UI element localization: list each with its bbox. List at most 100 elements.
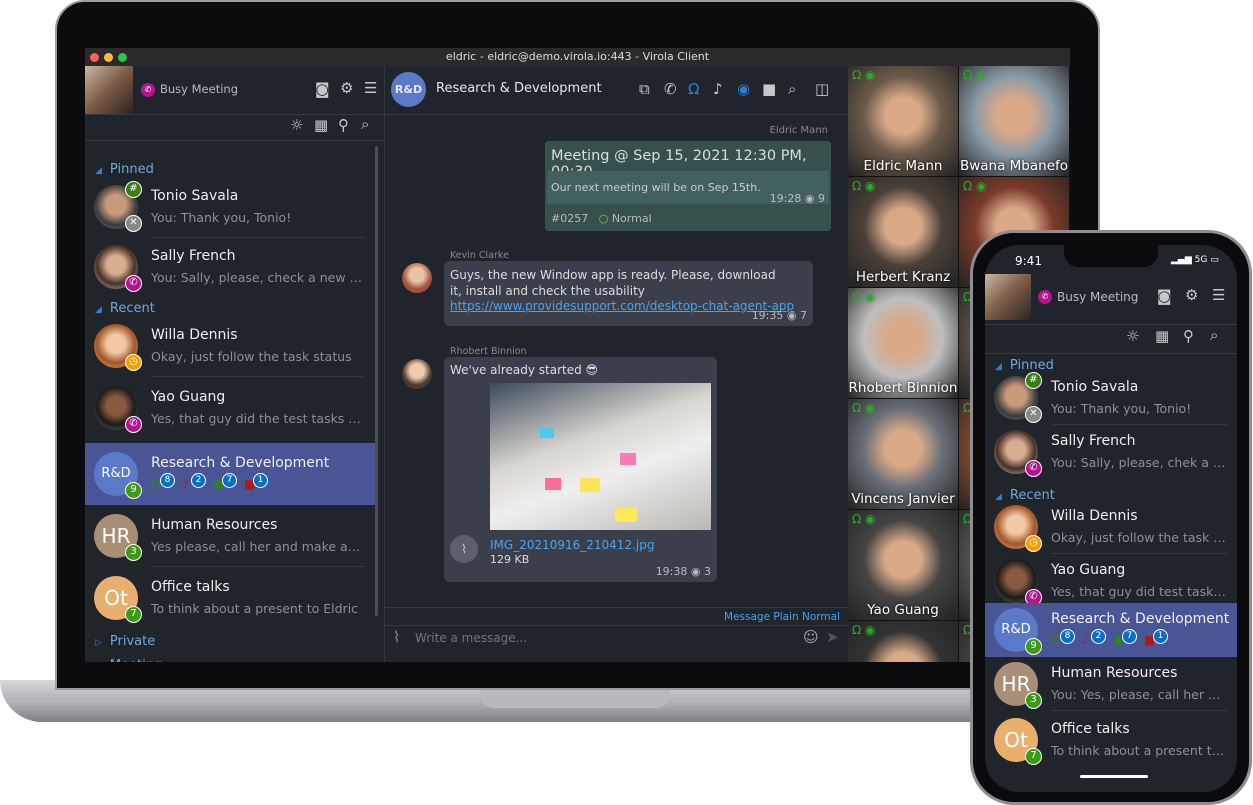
headphones-icon: Ω ◉ xyxy=(963,68,987,82)
menu-icon[interactable]: ☰ xyxy=(1212,286,1225,304)
message-input[interactable] xyxy=(415,628,795,648)
unread-count-badge: 7 xyxy=(1025,748,1042,765)
gear-icon[interactable]: ⚙ xyxy=(1185,286,1198,304)
search-icon[interactable]: ⌕ xyxy=(1210,326,1218,344)
participant-name: Rhobert Binnion xyxy=(848,380,958,396)
calendar-icon[interactable]: ▦ xyxy=(1155,327,1169,345)
chat-list-item[interactable]: R&D 9 Research & Development Ω 8 ♪ 2 ◉ 7 ■ 1 xyxy=(85,443,375,505)
section-label: Recent xyxy=(109,301,155,316)
message-text: Guys, the new Window app is ready. Pleas… xyxy=(450,268,776,298)
chat-list-item[interactable]: ◷ Willa Dennis Okay, just follow the task … xyxy=(85,315,375,377)
eye-icon[interactable]: ◉ xyxy=(737,80,750,98)
chat-list-item[interactable]: Ot 7 Office talks To think about a present … xyxy=(85,567,375,629)
video-tile[interactable]: Ω ◉ Yao Guang xyxy=(848,510,958,620)
gear-icon[interactable]: ⚙ xyxy=(340,79,353,97)
video-camera-icon[interactable]: ■ xyxy=(762,80,776,98)
video-tile[interactable]: Ω ◉ Rhobert Binnion xyxy=(848,288,958,398)
chat-list-item[interactable]: Ot 7 Office talks To think about a present … xyxy=(985,713,1237,767)
chat-name: Willa Dennis xyxy=(1051,508,1138,524)
chat-list-item[interactable]: R&D 9 Research & Development Ω 8 ♪ 2 ◉ 7 ■ 1 xyxy=(985,603,1237,657)
chat-list-item[interactable]: ✆ Sally French You: Sally, please, chek a … xyxy=(985,425,1237,479)
message-type-selector[interactable]: Message xyxy=(724,611,770,623)
meeting-message[interactable]: Meeting @ Sep 15, 2021 12:30 PM, 00:30 O… xyxy=(545,141,831,231)
search-icon[interactable]: ⌕ xyxy=(361,115,369,133)
chat-name: Office talks xyxy=(1051,721,1130,737)
chat-list-item[interactable]: ✆ Yao Guang Yes, that guy did the test tas… xyxy=(85,377,375,439)
camera-icon[interactable]: ◙ xyxy=(315,80,330,98)
close-window-button[interactable] xyxy=(90,53,99,62)
home-indicator[interactable] xyxy=(1080,775,1148,778)
video-tile[interactable]: Ω ◉ Herbert Kranz xyxy=(848,177,958,287)
my-status[interactable]: Busy Meeting xyxy=(160,82,238,96)
menu-icon[interactable]: ☰ xyxy=(364,79,377,97)
offline-icon: ✕ xyxy=(125,215,142,232)
emoji-icon[interactable]: ☺ xyxy=(803,628,819,646)
chat-name: Sally French xyxy=(1051,433,1136,449)
my-status[interactable]: Busy Meeting xyxy=(1057,290,1138,304)
video-tile[interactable]: Ω ◉ Eldric Mann xyxy=(848,66,958,176)
activity-indicators: Ω 8 ♪ 2 ◉ 7 ■ 1 xyxy=(1051,629,1175,647)
sun-icon[interactable]: ☼ xyxy=(290,116,303,134)
section-header-private[interactable]: ▷ Private xyxy=(95,634,155,649)
section-header-recent[interactable]: ◢ Recent xyxy=(95,301,155,316)
indicator-count: 7 xyxy=(1122,629,1137,644)
indicator-count: 2 xyxy=(191,473,206,488)
participant-name: Herbert Kranz xyxy=(855,269,951,285)
headphones-icon[interactable]: Ω xyxy=(688,80,699,98)
chat-list-item[interactable]: # ✕ Tonio Savala You: Thank you, Tonio! xyxy=(985,371,1237,425)
add-contact-icon[interactable]: ⚲ xyxy=(338,116,349,134)
image-attachment[interactable] xyxy=(490,383,711,530)
video-icon: ■ 1 xyxy=(1144,629,1175,647)
calendar-icon[interactable]: ▦ xyxy=(314,116,328,134)
chat-name: Tonio Savala xyxy=(1051,379,1139,395)
microphone-icon[interactable]: ♪ xyxy=(713,80,723,98)
my-avatar[interactable] xyxy=(985,274,1031,320)
headphones-icon: Ω8 xyxy=(1051,629,1082,647)
message-text: We've already started 😎 xyxy=(450,363,599,377)
camera-icon[interactable]: ◙ xyxy=(1157,287,1172,305)
section-label: Private xyxy=(109,634,156,649)
video-tile[interactable]: Ω ◉ xyxy=(848,621,958,662)
search-icon[interactable]: ⌕ xyxy=(788,80,796,98)
phone-icon[interactable]: ✆ xyxy=(664,80,677,98)
chat-list-item[interactable]: HR 3 Human Resources Yes please, call her a… xyxy=(85,505,375,567)
send-icon[interactable]: ➤ xyxy=(826,628,839,646)
add-contact-icon[interactable]: ⚲ xyxy=(1183,327,1194,345)
text-mode-selector[interactable]: Plain xyxy=(773,611,798,623)
priority-selector[interactable]: Normal xyxy=(802,611,840,623)
attach-icon[interactable]: ⌇ xyxy=(393,628,400,646)
signal-icon: ▂▄▆ xyxy=(1171,255,1192,265)
laptop-hinge xyxy=(480,690,670,708)
chat-name: Tonio Savala xyxy=(151,188,239,204)
phone-notch xyxy=(1064,245,1158,267)
section-header-meeting[interactable]: ▷Meeting xyxy=(95,658,162,662)
copy-icon[interactable]: ⧉ xyxy=(639,80,650,98)
sidebar: ✆ Busy Meeting ◙ ⚙ ☰ ☼ ▦ ⚲ ⌕ ◢ Pinned # ✕ To… xyxy=(85,66,385,662)
chat-list-item[interactable]: HR 3 Human Resources You: Yes, please, call… xyxy=(985,657,1237,711)
chat-list-item[interactable]: # ✕ Tonio Savala You: Thank you, Tonio! xyxy=(85,176,375,238)
chat-name: Willa Dennis xyxy=(151,327,238,343)
scrollbar[interactable] xyxy=(375,146,378,616)
maximize-window-button[interactable] xyxy=(118,53,127,62)
sun-icon[interactable]: ☼ xyxy=(1126,327,1139,345)
chat-list-item[interactable]: ✆ Sally French You: Sally, please, check a… xyxy=(85,236,375,298)
message-link[interactable]: https://www.providesupport.com/desktop-c… xyxy=(450,299,794,313)
video-tile[interactable]: Ω ◉ Vincens Janvier xyxy=(848,399,958,509)
view-count: 7 xyxy=(800,309,807,322)
conversation-pane: R&D Research & Development ⧉ ✆ Ω ♪ ◉ ■ ⌕… xyxy=(385,66,848,662)
file-name[interactable]: IMG_20210916_210412.jpg xyxy=(490,538,654,552)
side-panel-icon[interactable]: ◫ xyxy=(815,80,829,98)
section-header-pinned[interactable]: ◢ Pinned xyxy=(95,162,154,177)
chat-list-item[interactable]: ◷ Willa Dennis Okay, just follow the task … xyxy=(985,500,1237,554)
headphones-icon: Ω ◉ xyxy=(852,290,876,304)
divider xyxy=(1051,710,1227,711)
headphones-icon: Ω ◉ xyxy=(852,512,876,526)
conversation-avatar: R&D xyxy=(391,72,426,107)
video-tile[interactable]: Ω ◉ Bwana Mbanefo xyxy=(959,66,1069,176)
minimize-window-button[interactable] xyxy=(104,53,113,62)
video-icon: ■ 1 xyxy=(244,473,275,491)
chat-list-item[interactable]: ✆Yao GuangYes, that guy did test tasks a… xyxy=(985,554,1237,608)
my-avatar[interactable] xyxy=(85,66,133,114)
last-message: To think about a present to Eldric xyxy=(1051,743,1227,758)
view-count: 3 xyxy=(704,565,711,578)
